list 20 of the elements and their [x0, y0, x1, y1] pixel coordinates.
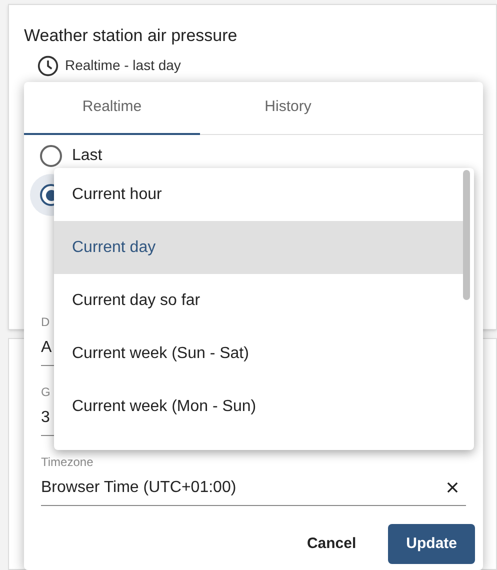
dropdown-option[interactable]: Current week (Sun - Sat) [54, 327, 465, 380]
input-field[interactable]: Browser Time (UTC+01:00) [41, 470, 466, 506]
field-label: D [41, 314, 51, 330]
dropdown-option[interactable]: Current day [54, 221, 465, 274]
clock-icon [37, 54, 59, 76]
close-icon[interactable] [447, 482, 458, 493]
tab[interactable]: History [200, 82, 376, 135]
radio-label: Last [72, 146, 102, 166]
field-label: Timezone [41, 454, 94, 470]
dropdown-option[interactable]: Current day so far [54, 274, 465, 327]
dropdown-option[interactable]: Current week (Mon - Sun) [54, 380, 465, 433]
radio-button[interactable] [40, 145, 62, 167]
widget-title: Weather station air pressure [24, 25, 238, 47]
scrollbar-thumb[interactable] [463, 170, 470, 300]
dropdown-option[interactable]: Current hour [54, 168, 465, 221]
cancel-button[interactable]: Cancel [294, 524, 368, 564]
tab[interactable]: Realtime [24, 82, 200, 135]
field-label: G [41, 384, 52, 400]
timewindow-label: Realtime - last day [65, 56, 181, 75]
update-button[interactable]: Update [388, 524, 475, 564]
